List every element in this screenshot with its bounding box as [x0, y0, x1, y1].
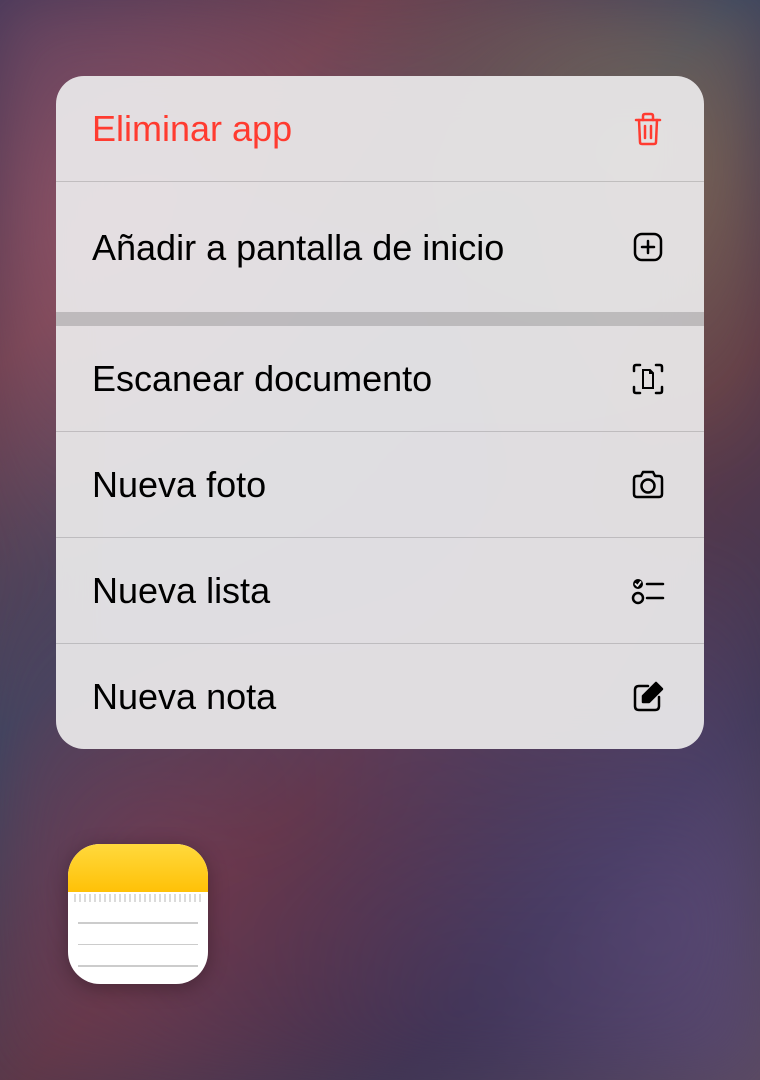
notes-icon-perforation	[74, 894, 202, 902]
camera-icon	[628, 465, 668, 505]
scan-document-icon	[628, 359, 668, 399]
menu-item-new-list[interactable]: Nueva lista	[56, 538, 704, 643]
menu-item-new-photo[interactable]: Nueva foto	[56, 432, 704, 537]
menu-item-add-to-home[interactable]: Añadir a pantalla de inicio	[56, 182, 704, 312]
menu-item-label: Añadir a pantalla de inicio	[92, 225, 628, 270]
menu-item-scan-document[interactable]: Escanear documento	[56, 326, 704, 431]
menu-item-delete-app[interactable]: Eliminar app	[56, 76, 704, 181]
menu-item-label: Nueva nota	[92, 674, 628, 719]
menu-item-label: Escanear documento	[92, 356, 628, 401]
notes-app-icon[interactable]	[68, 844, 208, 984]
menu-section-divider	[56, 312, 704, 326]
context-menu: Eliminar app Añadir a pantalla de inicio…	[56, 76, 704, 749]
menu-item-new-note[interactable]: Nueva nota	[56, 644, 704, 749]
compose-icon	[628, 677, 668, 717]
menu-item-label: Nueva lista	[92, 568, 628, 613]
notes-icon-header	[68, 844, 208, 892]
checklist-icon	[628, 571, 668, 611]
notes-icon-line	[78, 944, 198, 946]
notes-icon-line	[78, 922, 198, 924]
menu-item-label: Nueva foto	[92, 462, 628, 507]
notes-icon-line	[78, 965, 198, 967]
menu-item-label: Eliminar app	[92, 106, 628, 151]
plus-square-icon	[628, 227, 668, 267]
trash-icon	[628, 109, 668, 149]
